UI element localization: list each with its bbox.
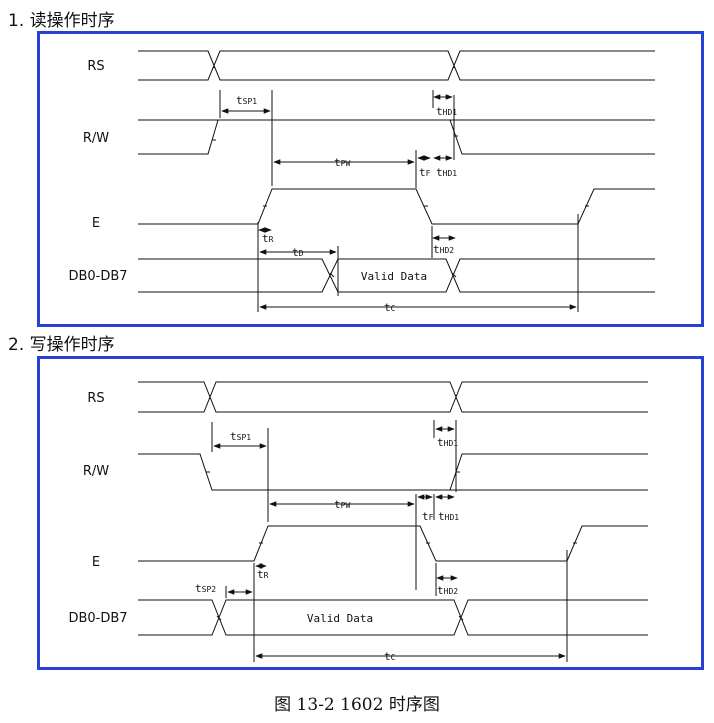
write-label-thd2: tHD2 (437, 584, 458, 597)
write-label-tpw: tPW (334, 498, 350, 511)
read-label-tsp1: tSP1 (236, 94, 257, 107)
read-e-waveform (138, 188, 655, 225)
write-label-tsp2: tSP2 (195, 582, 216, 595)
read-label-td: tD (292, 246, 304, 259)
read-label-tc: tC (384, 301, 396, 314)
read-signal-db: DB0-DB7 (68, 269, 127, 284)
read-label-thd2: tHD2 (433, 243, 454, 256)
write-label-thd1-rs: tHD1 (437, 436, 458, 449)
write-valid-data-label: Valid Data (307, 612, 373, 625)
read-label-tr: tR (262, 232, 274, 245)
write-signal-db: DB0-DB7 (68, 611, 127, 626)
write-rw-waveform (138, 453, 648, 491)
read-label-tpw: tPW (334, 156, 350, 169)
read-signal-rs: RS (87, 59, 104, 74)
write-label-tr: tR (257, 568, 269, 581)
write-rs-waveform (138, 381, 648, 413)
read-ticks (212, 64, 589, 278)
write-label-thd1-rw: tHD1 (438, 510, 459, 523)
write-signal-rs: RS (87, 391, 104, 406)
write-label-tsp1: tSP1 (230, 430, 251, 443)
figure-caption: 图 13-2 1602 时序图 (274, 695, 440, 715)
timing-diagram: RS R/W E DB0-DB7 Valid Data tSP1 tHD1 tP… (68, 50, 655, 663)
write-guides (211, 420, 568, 662)
read-label-thd1-rw: tHD1 (436, 166, 457, 179)
write-label-tf: tF (422, 510, 434, 523)
write-signal-e: E (92, 555, 100, 570)
read-signal-rw: R/W (83, 131, 109, 146)
write-e-waveform (138, 525, 648, 562)
write-label-tc: tC (384, 650, 396, 663)
write-ticks (206, 395, 577, 621)
write-db-waveform (138, 599, 648, 636)
read-valid-data-label: Valid Data (361, 270, 427, 283)
write-signal-rw: R/W (83, 464, 109, 479)
read-rw-waveform (138, 119, 655, 155)
read-label-tf: tF (419, 166, 431, 179)
read-signal-e: E (92, 216, 100, 231)
read-rs-waveform (138, 50, 655, 81)
